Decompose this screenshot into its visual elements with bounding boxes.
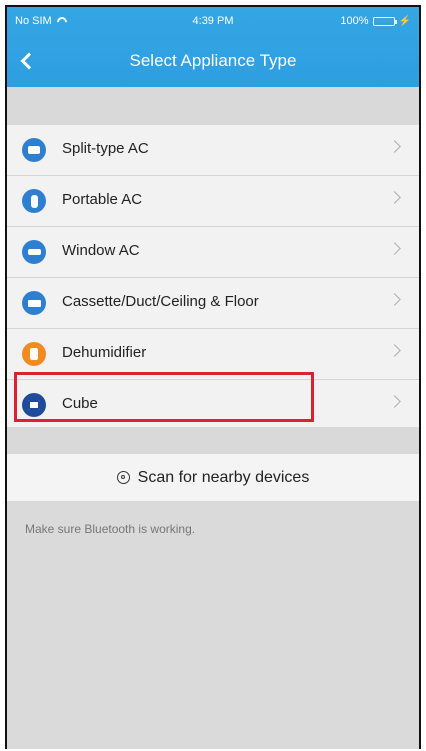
scan-icon: [116, 471, 130, 484]
cassette-icon: [22, 291, 46, 315]
charging-icon: ⚡: [398, 15, 411, 27]
battery-percent: 100%: [340, 15, 369, 27]
chevron-right-icon: [388, 191, 401, 204]
page-title: Select Appliance Type: [129, 51, 297, 70]
appliance-item-window-ac[interactable]: Window AC: [7, 227, 419, 278]
chevron-right-icon: [388, 140, 401, 153]
battery-icon: [372, 16, 397, 26]
header-bar: No SIM 4:39 PM 100% ⚡ Select Appliance T…: [7, 7, 419, 87]
status-right: 100% ⚡: [340, 15, 411, 27]
section-spacer: [7, 87, 419, 125]
appliance-label: Split-type AC: [62, 140, 149, 157]
nav-bar: Select Appliance Type: [7, 43, 419, 83]
portable-ac-icon: [22, 189, 46, 213]
appliance-label: Dehumidifier: [62, 344, 147, 361]
appliance-label: Cassette/Duct/Ceiling & Floor: [62, 293, 259, 310]
appliance-label: Window AC: [62, 242, 140, 259]
appliance-item-dehumidifier[interactable]: Dehumidifier: [7, 329, 419, 380]
bluetooth-hint: Make sure Bluetooth is working.: [25, 522, 196, 536]
chevron-right-icon: [388, 293, 401, 306]
chevron-right-icon: [388, 344, 401, 357]
appliance-item-cube[interactable]: Cube: [7, 380, 419, 430]
dehumidifier-icon: [22, 342, 46, 366]
footer-area: [7, 501, 419, 749]
status-bar: No SIM 4:39 PM 100% ⚡: [7, 13, 419, 29]
appliance-label: Portable AC: [62, 191, 143, 208]
section-spacer: [7, 427, 419, 454]
appliance-list: Split-type AC Portable AC Window AC Cass…: [7, 125, 419, 430]
phone-screen: No SIM 4:39 PM 100% ⚡ Select Appliance T…: [5, 5, 421, 749]
scan-button[interactable]: Scan for nearby devices: [7, 454, 419, 501]
cube-icon: [22, 393, 46, 417]
appliance-item-portable-ac[interactable]: Portable AC: [7, 176, 419, 227]
chevron-right-icon: [388, 242, 401, 255]
appliance-item-cassette[interactable]: Cassette/Duct/Ceiling & Floor: [7, 278, 419, 329]
appliance-label: Cube: [62, 395, 98, 412]
appliance-item-split-ac[interactable]: Split-type AC: [7, 125, 419, 176]
scan-label: Scan for nearby devices: [137, 468, 310, 486]
chevron-right-icon: [388, 395, 401, 408]
window-ac-icon: [22, 240, 46, 264]
split-ac-icon: [22, 138, 46, 162]
